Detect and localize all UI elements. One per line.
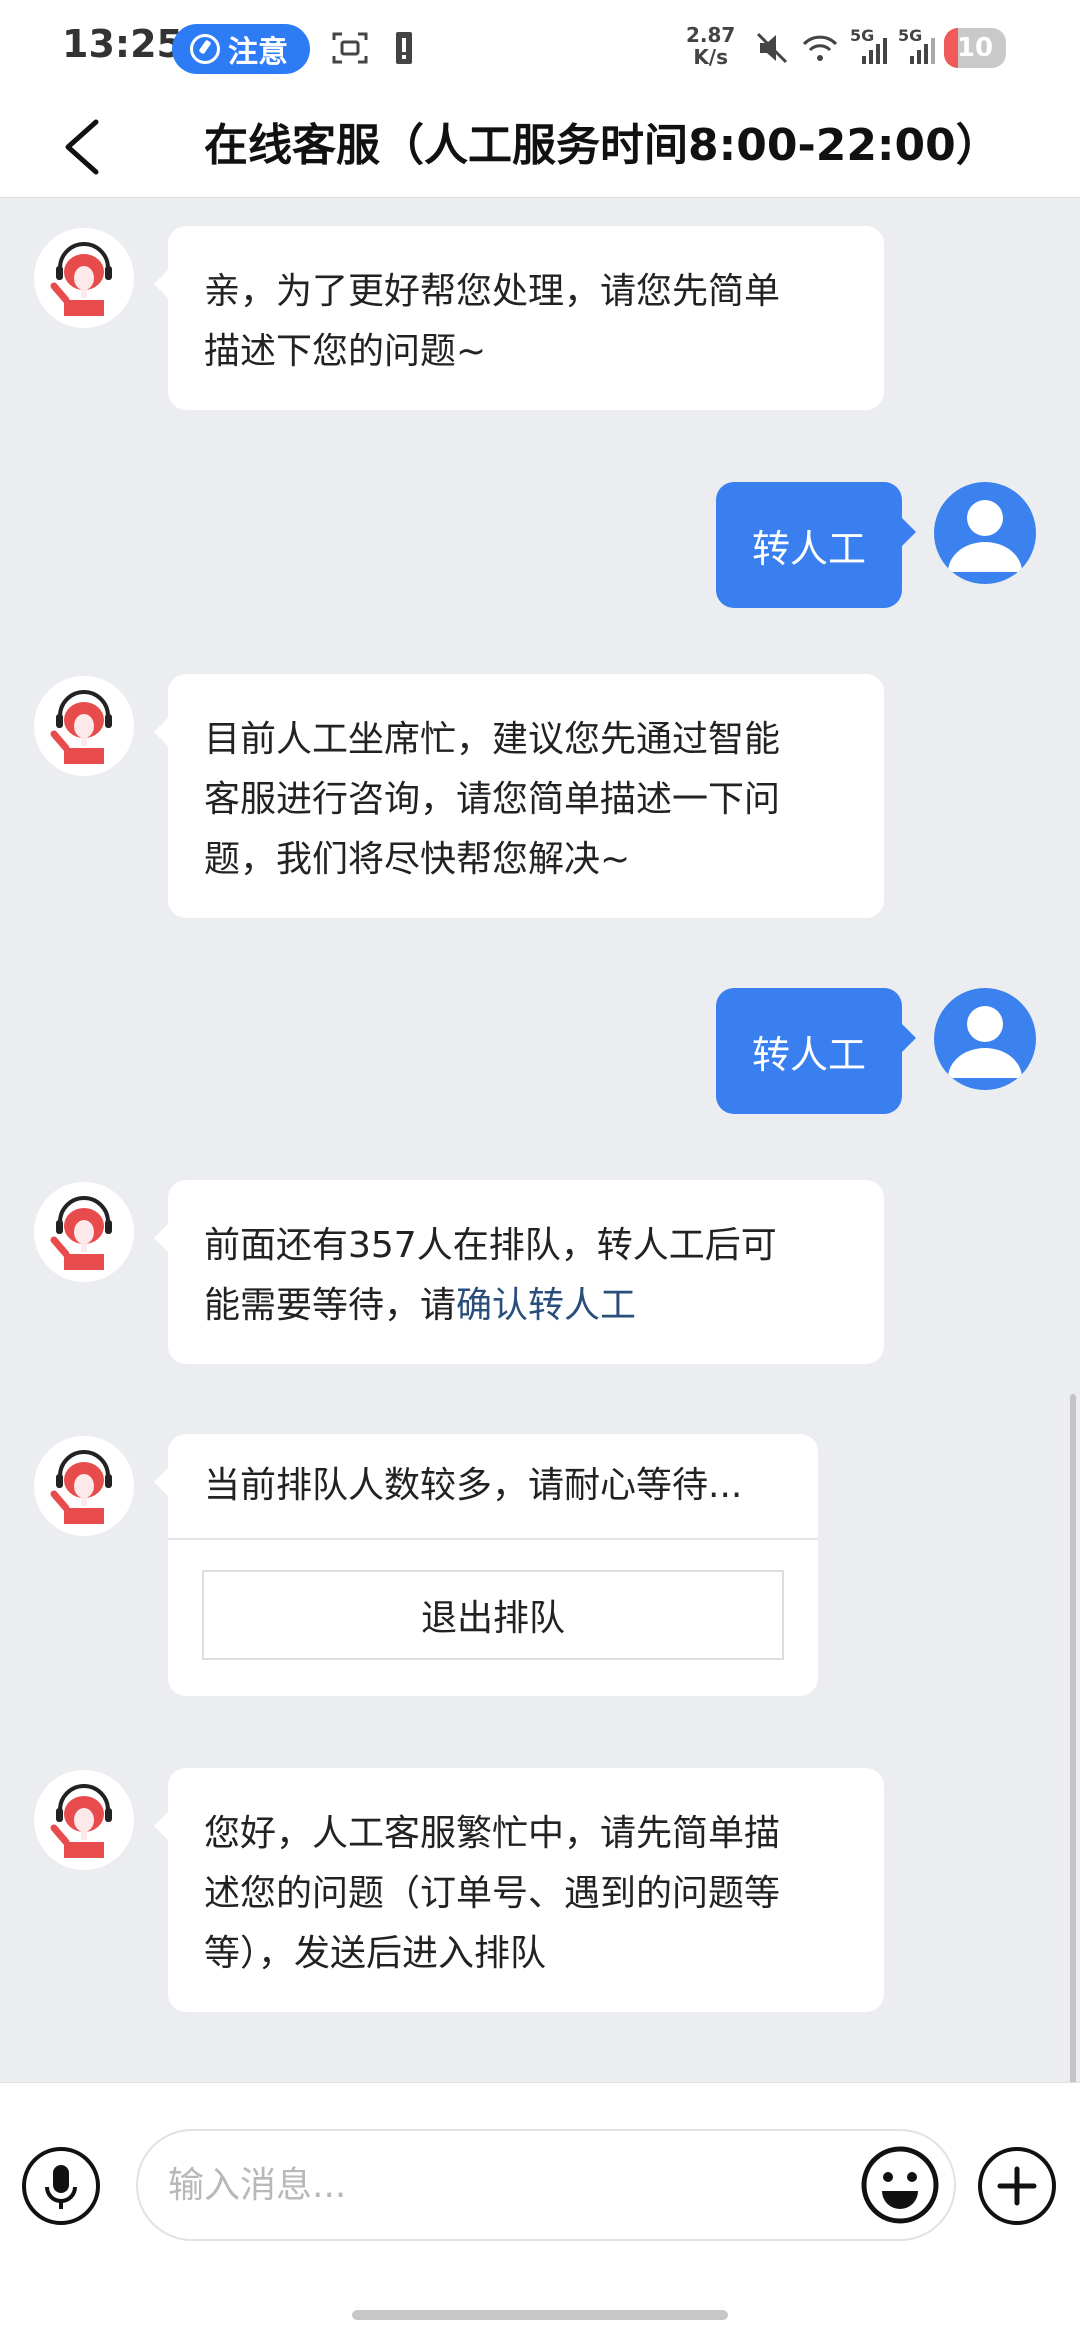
mascot-icon [34, 1770, 134, 1870]
mascot-icon [34, 1182, 134, 1282]
message-text: 转人工 [751, 526, 866, 571]
bot-avatar [34, 1770, 134, 1870]
message-line: 目前人工坐席忙，建议您先通过智能 [204, 719, 781, 760]
chat-header: 在线客服（人工服务时间8:00-22:00） [0, 96, 1080, 198]
message-input-bar [0, 2082, 1080, 2340]
page-title: 在线客服（人工服务时间8:00-22:00） [204, 120, 1000, 171]
message-bubble: 您好，人工客服繁忙中，请先简单描 述您的问题（订单号、遇到的问题等 等），发送后… [154, 1768, 884, 2012]
net-speed-value: 2.87 [686, 23, 736, 47]
plus-icon [997, 2166, 1037, 2206]
emoji-icon[interactable] [860, 2145, 940, 2225]
message-line: 亲，为了更好帮您处理，请您先简单 [204, 271, 781, 312]
mascot-icon [34, 1436, 134, 1536]
back-arrow-icon[interactable] [56, 114, 116, 180]
net-speed-unit: K/s [693, 45, 729, 69]
wifi-icon [802, 35, 838, 61]
mascot-icon [34, 228, 134, 328]
screenshot-icon [332, 32, 368, 64]
message-text: 转人工 [751, 1032, 866, 1077]
mute-icon [756, 32, 788, 64]
message-bubble: 亲，为了更好帮您处理，请您先简单 描述下您的问题~ [154, 226, 884, 410]
battery-fill [944, 28, 958, 68]
bot-avatar [34, 228, 134, 328]
status-time: 13:25 [62, 22, 183, 66]
mascot-icon [34, 676, 134, 776]
signal-icon-1 [862, 38, 887, 64]
confirm-transfer-link[interactable]: 确认转人工 [456, 1285, 636, 1326]
queue-status-text: 当前排队人数较多，请耐心等待... [204, 1465, 743, 1506]
notice-icon [190, 34, 220, 64]
message-line: 能需要等待，请确认转人工 [204, 1276, 848, 1336]
bot-avatar [34, 676, 134, 776]
chat-scrollbar[interactable] [1070, 1394, 1076, 2084]
user-avatar [934, 988, 1036, 1090]
queue-card: 当前排队人数较多，请耐心等待... 退出排队 [154, 1434, 818, 1696]
exit-queue-button[interactable]: 退出排队 [202, 1570, 784, 1660]
user-message-bubble: 转人工 [716, 482, 916, 608]
user-icon [948, 1006, 1022, 1078]
message-line: 描述下您的问题~ [204, 331, 487, 372]
message-line: 述您的问题（订单号、遇到的问题等 [204, 1873, 781, 1914]
battery-alert-icon [396, 32, 412, 64]
home-indicator[interactable] [352, 2310, 728, 2320]
microphone-icon [45, 2165, 77, 2209]
message-input-box[interactable] [136, 2129, 956, 2241]
message-line: 客服进行咨询，请您简单描述一下问 [204, 779, 781, 820]
message-input[interactable] [166, 2131, 846, 2239]
divider [168, 1538, 818, 1540]
notice-label: 注意 [228, 35, 288, 70]
signal-icon-2 [910, 38, 935, 64]
add-button[interactable] [978, 2147, 1056, 2225]
voice-button[interactable] [22, 2147, 100, 2225]
net-speed: 2.87 K/s [686, 24, 735, 68]
notice-pill[interactable]: 注意 [172, 24, 310, 74]
message-bubble: 前面还有357人在排队，转人工后可 能需要等待，请确认转人工 [154, 1180, 884, 1364]
message-line: 前面还有357人在排队，转人工后可 [204, 1225, 777, 1266]
user-avatar [934, 482, 1036, 584]
message-bubble: 目前人工坐席忙，建议您先通过智能 客服进行咨询，请您简单描述一下问 题，我们将尽… [154, 674, 884, 918]
battery-indicator: 10 [944, 28, 1006, 68]
bot-avatar [34, 1182, 134, 1282]
bot-avatar [34, 1436, 134, 1536]
message-line: 您好，人工客服繁忙中，请先简单描 [204, 1813, 781, 1854]
status-bar: 13:25 注意 2.87 K/s 5G 5G 10 [0, 0, 1080, 96]
user-message-bubble: 转人工 [716, 988, 916, 1114]
message-text: 能需要等待，请 [204, 1285, 457, 1326]
message-line: 等），发送后进入排队 [204, 1933, 547, 1974]
battery-level: 10 [956, 33, 994, 63]
chat-area[interactable]: 亲，为了更好帮您处理，请您先简单 描述下您的问题~ 转人工 目前人工坐席忙，建议… [0, 198, 1080, 2084]
message-line: 题，我们将尽快帮您解决~ [204, 839, 631, 880]
user-icon [948, 500, 1022, 572]
